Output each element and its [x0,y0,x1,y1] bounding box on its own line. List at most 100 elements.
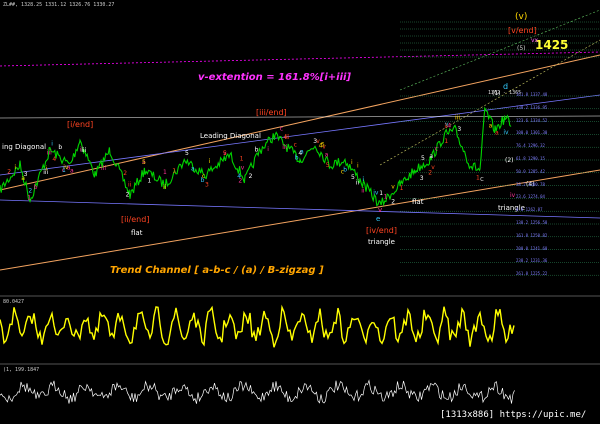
fib-level-label: 161.8 1337.48 [516,92,548,97]
wave-count-marker: 1 [147,178,151,185]
wave-count-marker: 2 [7,168,11,175]
wave-count-marker: 4 [52,156,56,163]
wave-count-marker: 1 [444,138,448,145]
wave-count-marker: b [58,144,62,151]
wave-count-marker: ii [361,187,365,194]
target-label: 1425 [535,38,569,52]
fib-level-label: 38.2 1280.78 [516,181,545,187]
wave-count-marker: iv [373,189,379,196]
wave-count-marker: a [300,148,304,155]
wave-count-marker: 5 [142,159,146,166]
wave-count-marker: i [357,162,359,169]
fib-level-label: 61.8 1290.15 [516,156,545,161]
wave-count-marker: a [191,165,195,172]
wave-count-marker: 1 [62,167,66,174]
wave-count-marker: iii [101,165,106,172]
wave-count-marker: 3 [420,175,424,182]
wave-count-marker: 2 [428,169,432,176]
fib-level-label: 23.6 1274.04 [516,194,545,200]
label-iv-small: iv [510,192,516,199]
channel-lower-line [0,169,600,271]
wave-count-marker: a [495,129,499,136]
fib-level-label: 123.6 1334.52 [516,117,548,123]
extension-label: v-extention = 161.8%[i+iii] [198,72,352,83]
wave-count-marker: 5 [223,150,227,157]
label-i-end: [i/end] [67,120,94,129]
label-flat-2: flat [412,198,424,206]
wave-count-marker: iii [47,149,52,156]
wave-count-marker: 1 [27,194,31,201]
label-iv-end: [iv/end] [366,226,397,235]
label-v-small: v [378,206,383,214]
wave-count-marker: 2 [238,178,242,185]
wave-count-marker: b [34,184,38,191]
label-d: d [503,82,509,91]
wave-count-marker: 5 [351,174,355,181]
fib-level-label: 76.4 1296.32 [516,143,545,149]
wave-count-marker: 3 [457,126,461,133]
wave-count-marker: b [295,155,299,162]
fib-level-label: 138.2 1336.95 [516,104,548,110]
wave-count-marker: a [429,153,433,160]
wave-count-marker: 5 [421,155,425,162]
wave-count-marker: 3 [24,171,28,178]
wave-count-marker: v [241,165,245,172]
target-dotted-line [379,39,600,166]
label-leading-diagonal: Leading Diagonal [200,132,261,140]
label-e: e [376,215,381,223]
wave-count-marker: 2 [126,192,130,199]
oscillator-2-line [0,379,515,404]
fib-level-label: 50.0 1285.42 [516,168,545,174]
wave-count-marker: 3 [313,138,317,145]
label-v-big: (v) [515,12,528,22]
wave-count-marker: a [489,123,493,130]
fib-level-label: 261.8 1225.22 [516,271,548,277]
wave-count-marker: 1 [400,185,404,192]
wave-count-marker: 5 [185,150,189,157]
wave-count-marker: 1 [379,190,383,197]
fib-level-label: 161.8 1250.82 [516,232,548,238]
wave-count-marker: b [255,147,259,154]
wave-count-marker: 5 [321,141,325,148]
watermark: [1313x886] https://upic.me/ [438,410,589,420]
chart-window: ii 4 4 5 ii 1 3 a 4 v 2 i i v 1 b 1 b ii iii i c 3 b v a 4 iv 1 a 1 5 c a… [0,0,600,424]
wave-count-marker: c [435,145,438,152]
wave-count-marker: ii [163,184,167,191]
wave-count-marker: iii [81,147,86,154]
wave-count-marker: i [267,146,269,153]
label-iii-end: [iii/end] [256,108,287,117]
osc1-value: 80.0427 [3,299,25,305]
label-triangle-1: triangle [368,238,395,246]
label-two: (2) [505,157,514,164]
label-ii-end: [ii/end] [121,215,150,224]
wave-count-marker: 3 [205,182,209,189]
symbol-text: ZL##, 1328.25 1331.12 1326.76 1330.27 [3,2,115,8]
wave-count-marker: 2 [123,170,127,177]
fib-level-label: 0.0 1262.87 [516,207,543,213]
wave-count-marker: 1 [172,168,176,175]
wave-count-marker: 4 [283,134,287,141]
fib-level-label: 100.0 1301.30 [516,130,548,136]
fib-level-label: 138.2 1256.58 [516,220,548,225]
wave-count-marker: 1 [163,169,167,176]
fib-level-label: 238.2 1231.36 [516,258,548,264]
wave-count-marker: c [280,126,283,133]
wave-count-marker: a [70,167,74,174]
wave-count-marker: iii [282,144,287,151]
extension-line [0,51,600,67]
label-flat-1: flat [131,229,143,237]
wave-count-marker: i [51,141,53,148]
label-one: (1) [492,90,501,97]
wave-count-marker: ii [444,123,448,130]
wave-count-marker: 1 [240,155,244,162]
wave-count-marker: v [391,183,395,190]
wave-count-marker: c [202,173,205,180]
wave-count-marker: a [325,152,329,159]
wave-count-marker: 2 [391,198,395,205]
wave-count-marker: i [351,159,353,166]
wave-count-marker: 5 [326,162,330,169]
oscillator-1-line [0,304,515,348]
wave-count-marker: 2 [249,173,253,180]
chart-canvas: ii445ii13a4v2iiv1b1biiiiiic3b va4iv1a15ca… [0,9,600,404]
wave-count-marker: c [294,142,297,149]
